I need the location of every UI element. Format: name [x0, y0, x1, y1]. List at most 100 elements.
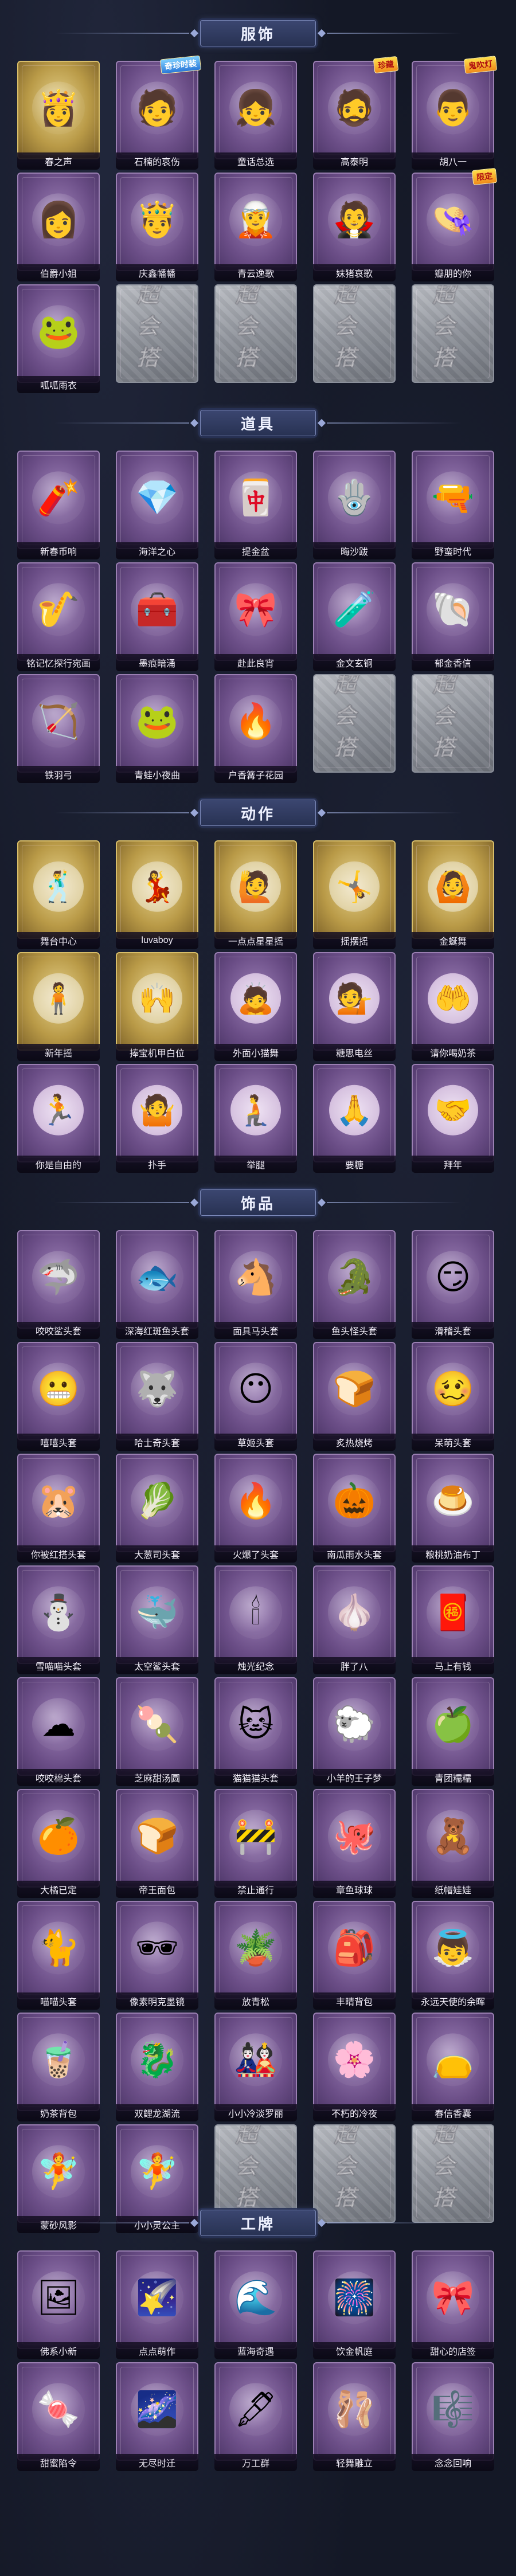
- item-card[interactable]: 🤸 摇摆摇: [313, 840, 396, 949]
- item-card[interactable]: 🎼 念念回响: [412, 2362, 494, 2471]
- item-card[interactable]: 🖼 佛系小新: [17, 2250, 100, 2359]
- item-card[interactable]: 🏃 你是自由的: [17, 1064, 100, 1173]
- item-card[interactable]: 🤝 拜年: [412, 1064, 494, 1173]
- item-card[interactable]: 🧧 马上有钱: [412, 1565, 494, 1674]
- item-card[interactable]: 👸 春之声: [17, 61, 100, 170]
- item-card[interactable]: 🐑 小羊的王子梦: [313, 1677, 396, 1786]
- item-card[interactable]: 🥴 呆萌头套: [412, 1342, 494, 1451]
- item-card[interactable]: ⛄ 雪喵喵头套: [17, 1565, 100, 1674]
- item-label: 太空鲨头套: [116, 1657, 198, 1674]
- item-card[interactable]: 🎀 赴此良宵: [214, 562, 297, 671]
- item-card[interactable]: 🐊 鱼头怪头套: [313, 1230, 396, 1339]
- pose-icon: 🤷: [132, 1085, 182, 1136]
- item-card[interactable]: 🎆 饮金帆庭: [313, 2250, 396, 2359]
- item-card[interactable]: 😶 草姬头套: [214, 1342, 297, 1451]
- item-card[interactable]: 🚧 禁止通行: [214, 1789, 297, 1898]
- locked-item-slot[interactable]: 超会搭: [412, 284, 494, 393]
- item-card[interactable]: 🎎 小小冷淡罗丽: [214, 2013, 297, 2121]
- locked-item-slot[interactable]: 超会搭: [214, 284, 297, 393]
- item-card[interactable]: 🦈 咬咬鲨头套: [17, 1230, 100, 1339]
- item-card[interactable]: 🧋 奶茶背包: [17, 2013, 100, 2121]
- item-card[interactable]: 🏹 铁羽弓: [17, 674, 100, 783]
- item-card[interactable]: 🌠 点点萌作: [116, 2250, 198, 2359]
- locked-item-slot[interactable]: 超会搭: [412, 674, 494, 783]
- item-card[interactable]: 👩 伯爵小姐: [17, 173, 100, 281]
- item-card[interactable]: 🀄 提金盆: [214, 451, 297, 559]
- item-card[interactable]: 🐙 章鱼球球: [313, 1789, 396, 1898]
- item-card[interactable]: 🙇 外面小猫舞: [214, 952, 297, 1061]
- item-card[interactable]: 🕶 像素明克墨镜: [116, 1901, 198, 2010]
- item-card[interactable]: 🐟 深海红斑鱼头套: [116, 1230, 198, 1339]
- item-card[interactable]: 🥬 大葱司头套: [116, 1454, 198, 1563]
- item-card[interactable]: 🍞 炙热烧烤: [313, 1342, 396, 1451]
- item-card[interactable]: 🔥 户香篝子花园: [214, 674, 297, 783]
- item-card[interactable]: 🧝 青云逸歌: [214, 173, 297, 281]
- item-card[interactable]: 🐱 猫猫猫头套: [214, 1677, 297, 1786]
- item-card[interactable]: 🌸 不朽的冷夜: [313, 2013, 396, 2121]
- item-card[interactable]: 🎷 铭记忆探行宛画: [17, 562, 100, 671]
- item-card[interactable]: 🍞 帝王面包: [116, 1789, 198, 1898]
- item-card[interactable]: 😬 嘻嘻头套: [17, 1342, 100, 1451]
- item-card[interactable]: 🐺 哈士奇头套: [116, 1342, 198, 1451]
- item-card[interactable]: 🍊 大橘已定: [17, 1789, 100, 1898]
- item-card[interactable]: 🐳 太空鲨头套: [116, 1565, 198, 1674]
- item-card[interactable]: 🎒 丰晴背包: [313, 1901, 396, 2010]
- item-card[interactable]: 🎀 甜心的店签: [412, 2250, 494, 2359]
- item-card[interactable]: 🧍 新年摇: [17, 952, 100, 1061]
- header-divider: [54, 33, 189, 34]
- item-card[interactable]: 👒 限定 瓣朋的你: [412, 167, 498, 281]
- item-card[interactable]: 🐸 青蛙小夜曲: [116, 674, 198, 783]
- item-card[interactable]: 🕯 烛光纪念: [214, 1565, 297, 1674]
- item-card[interactable]: 🐸 呱呱雨衣: [17, 284, 100, 393]
- item-card[interactable]: 🪴 放青松: [214, 1901, 297, 2010]
- item-card[interactable]: 🔥 火爆了头套: [214, 1454, 297, 1563]
- item-card[interactable]: 🧔 珍藏 高泰明: [313, 56, 399, 170]
- item-card[interactable]: 👝 春信香囊: [412, 2013, 494, 2121]
- item-card[interactable]: 🎃 南瓜雨水头套: [313, 1454, 396, 1563]
- item-icon: 🐹: [32, 1474, 85, 1528]
- item-card[interactable]: 🍏 青团糯糯: [412, 1677, 494, 1786]
- item-card[interactable]: 🙆 金蜒舞: [412, 840, 494, 949]
- item-card[interactable]: 🙋 一点点星星摇: [214, 840, 297, 949]
- item-card[interactable]: 🕺 舞台中心: [17, 840, 100, 949]
- item-card[interactable]: 🙌 捧宝机甲白位: [116, 952, 198, 1061]
- item-card[interactable]: 👨 鬼吹灯 胡八一: [412, 56, 498, 170]
- item-card[interactable]: 🤴 庆鑫幡幡: [116, 173, 198, 281]
- item-card[interactable]: 🧑 奇珍时装 石楠的哀伤: [116, 55, 202, 170]
- item-card[interactable]: 🐹 你被红搭头套: [17, 1454, 100, 1563]
- item-card[interactable]: 🪬 晦沙跋: [313, 451, 396, 559]
- item-card[interactable]: 💎 海洋之心: [116, 451, 198, 559]
- item-card[interactable]: 🐈 喵喵头套: [17, 1901, 100, 2010]
- locked-item-slot[interactable]: 超会搭: [313, 674, 396, 783]
- item-card[interactable]: 🧨 新春币响: [17, 451, 100, 559]
- item-card[interactable]: 🙏 要糖: [313, 1064, 396, 1173]
- item-card[interactable]: 🧸 纸帽娃娃: [412, 1789, 494, 1898]
- item-card[interactable]: 🩰 轻舞雕立: [313, 2362, 396, 2471]
- item-card[interactable]: 🧪 金文玄铜: [313, 562, 396, 671]
- item-card[interactable]: 🐉 双鲤龙湖流: [116, 2013, 198, 2121]
- item-card[interactable]: 🤲 请你喝奶茶: [412, 952, 494, 1061]
- item-card[interactable]: 💃 luvaboy: [116, 840, 198, 949]
- item-card[interactable]: 👼 永远天使的余晖: [412, 1901, 494, 2010]
- item-card[interactable]: 🐚 郁金香信: [412, 562, 494, 671]
- item-card[interactable]: 🍮 粮桃奶油布丁: [412, 1454, 494, 1563]
- item-card[interactable]: ☁ 咬咬棉头套: [17, 1677, 100, 1786]
- item-card[interactable]: 🖋 万工群: [214, 2362, 297, 2471]
- item-card[interactable]: 👧 童话总选: [214, 61, 297, 170]
- item-card[interactable]: 🐴 面具马头套: [214, 1230, 297, 1339]
- item-card[interactable]: 🍬 甜蜜陷令: [17, 2362, 100, 2471]
- item-card[interactable]: 🧄 胖了八: [313, 1565, 396, 1674]
- item-card[interactable]: 😏 滑稽头套: [412, 1230, 494, 1339]
- item-card[interactable]: 🔫 野蛮时代: [412, 451, 494, 559]
- item-card[interactable]: 💁 糖思电丝: [313, 952, 396, 1061]
- item-card[interactable]: 🧎 举腿: [214, 1064, 297, 1173]
- item-card[interactable]: 🤷 扑手: [116, 1064, 198, 1173]
- item-card[interactable]: 🌌 无尽时迁: [116, 2362, 198, 2471]
- item-label: 提金盆: [214, 542, 297, 559]
- item-card[interactable]: 🧛 妹猪哀歌: [313, 173, 396, 281]
- locked-item-slot[interactable]: 超会搭: [116, 284, 198, 393]
- item-card[interactable]: 🧰 墨痕暗涌: [116, 562, 198, 671]
- item-card[interactable]: 🍡 芝麻甜汤圆: [116, 1677, 198, 1786]
- item-card[interactable]: 🌊 蓝海奇遇: [214, 2250, 297, 2359]
- locked-item-slot[interactable]: 超会搭: [313, 284, 396, 393]
